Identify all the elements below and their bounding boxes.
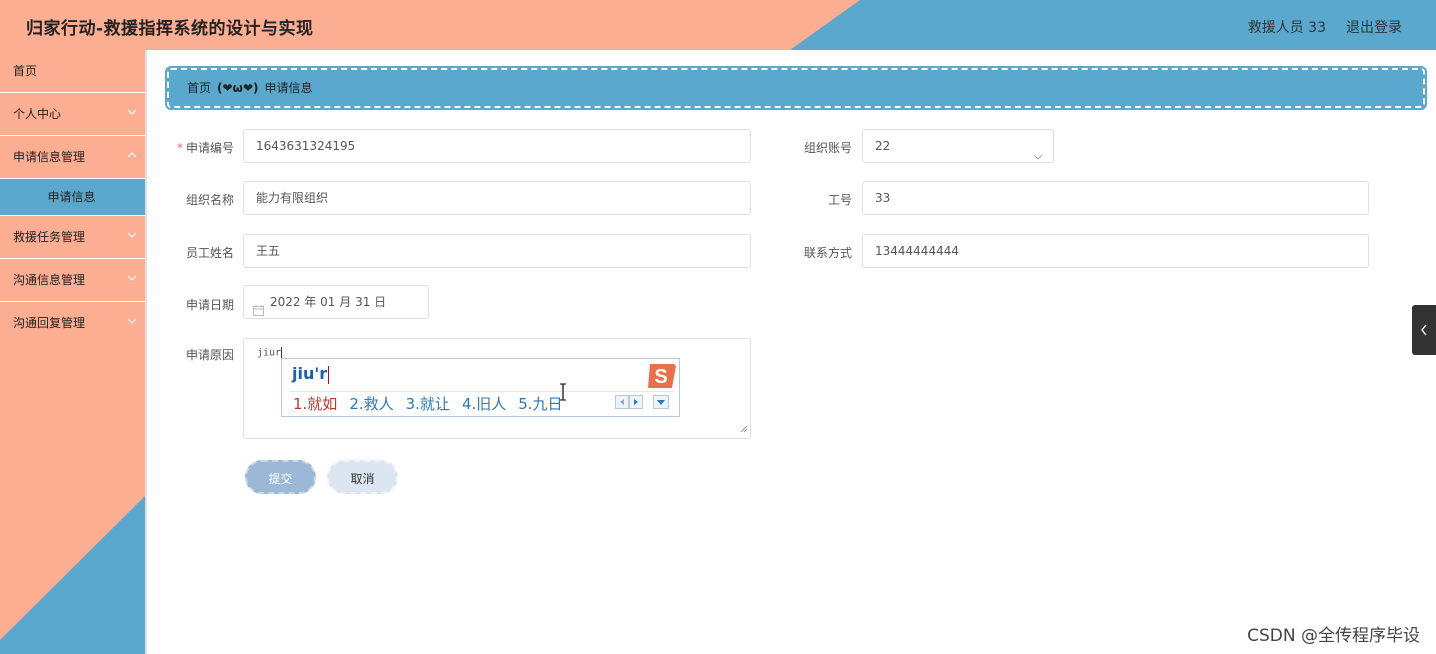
job-no-value: 33 <box>875 191 891 205</box>
required-mark: * <box>176 141 183 155</box>
contact-field[interactable]: 13444444444 <box>862 234 1369 268</box>
ime-candidate[interactable]: 3.就让 <box>406 395 450 413</box>
watermark: CSDN @全传程序毕设 <box>1247 626 1420 646</box>
chevron-down-icon <box>127 216 137 259</box>
sidebar-item-label: 救援任务管理 <box>13 230 86 244</box>
sidebar-item-personal-center[interactable]: 个人中心 <box>0 93 145 136</box>
app-no-value: 1643631324195 <box>256 139 356 153</box>
app-no-label: * 申请编号 <box>176 141 234 155</box>
sidebar-item-label: 沟通回复管理 <box>13 316 86 330</box>
current-user: 救援人员 33 <box>1247 20 1326 36</box>
org-account-value: 22 <box>875 139 891 153</box>
sidebar-item-label: 申请信息管理 <box>13 150 86 164</box>
chevron-down-icon <box>1033 141 1043 173</box>
sidebar-subitem-application-info[interactable]: 申请信息 <box>0 179 145 216</box>
resize-handle-icon[interactable] <box>740 425 748 436</box>
contact-value: 13444444444 <box>875 244 959 258</box>
sidebar-item-label: 首页 <box>13 64 38 78</box>
chevron-down-icon <box>127 259 137 302</box>
org-name-field[interactable]: 能力有限组织 <box>243 181 751 215</box>
sidebar-item-application-management[interactable]: 申请信息管理 <box>0 136 145 179</box>
svg-text:S: S <box>654 366 667 388</box>
sidebar-item-reply-management[interactable]: 沟通回复管理 <box>0 302 145 345</box>
sidebar-item-communication-management[interactable]: 沟通信息管理 <box>0 259 145 302</box>
ime-page-controls <box>615 394 671 413</box>
ime-candidate[interactable]: 4.旧人 <box>462 395 506 413</box>
date-picker[interactable]: 2022 年 01 月 31 日 <box>243 285 429 319</box>
app-no-field[interactable]: 1643631324195 <box>243 129 751 163</box>
ime-candidate[interactable]: 2.救人 <box>349 395 393 413</box>
sidebar-item-label: 沟通信息管理 <box>13 273 86 287</box>
chevron-up-icon <box>127 136 137 179</box>
sidebar-item-home[interactable]: 首页 <box>0 50 145 93</box>
emp-name-value: 王五 <box>256 244 281 258</box>
org-account-select[interactable]: 22 <box>862 129 1054 163</box>
ime-candidate-window: jiu'r S 1.就如 2.救人 3.就让 4.旧人 5.九日 <box>281 358 680 417</box>
org-account-label: 组织账号 <box>803 141 852 155</box>
submit-button[interactable]: 提交 <box>245 460 316 494</box>
org-name-value: 能力有限组织 <box>256 191 329 205</box>
sidebar-item-rescue-task-management[interactable]: 救援任务管理 <box>0 216 145 259</box>
text-caret <box>281 347 283 358</box>
date-value: 2022 年 01 月 31 日 <box>270 295 387 309</box>
job-no-label: 工号 <box>827 193 852 207</box>
logout-link[interactable]: 退出登录 <box>1346 17 1402 37</box>
emp-name-label: 员工姓名 <box>185 246 234 260</box>
breadcrumb: 首页 (❤ω❤) 申请信息 <box>165 66 1427 110</box>
breadcrumb-separator: (❤ω❤) <box>217 81 259 95</box>
reason-label: 申请原因 <box>185 348 234 362</box>
emp-name-field[interactable]: 王五 <box>243 234 751 268</box>
chevron-left-icon <box>1421 324 1427 336</box>
ime-candidate[interactable]: 1.就如 <box>293 395 337 413</box>
reason-value: jiur <box>257 347 282 359</box>
sogou-logo-icon: S <box>644 360 678 395</box>
sidebar: 首页 个人中心 申请信息管理 申请信息 救援任务管理 沟通信息管理 沟通回复管理 <box>0 50 145 654</box>
breadcrumb-home[interactable]: 首页 <box>187 81 211 95</box>
cancel-button[interactable]: 取消 <box>327 460 398 494</box>
text-cursor-icon <box>558 383 568 404</box>
chevron-down-icon <box>127 302 137 345</box>
sidebar-item-label: 个人中心 <box>13 107 62 121</box>
contact-label: 联系方式 <box>803 246 852 260</box>
ime-composition: jiu'r <box>292 364 330 384</box>
calendar-icon <box>253 296 264 328</box>
chevron-down-icon <box>127 93 137 136</box>
job-no-field[interactable]: 33 <box>862 181 1369 215</box>
ime-candidates: 1.就如 2.救人 3.就让 4.旧人 5.九日 <box>293 393 575 414</box>
app-title: 归家行动-救援指挥系统的设计与实现 <box>26 19 314 39</box>
breadcrumb-current: 申请信息 <box>264 81 313 95</box>
top-header: 归家行动-救援指挥系统的设计与实现 救援人员 33 退出登录 <box>0 0 1436 50</box>
org-name-label: 组织名称 <box>185 193 234 207</box>
date-label: 申请日期 <box>185 298 234 312</box>
side-collapse-tab[interactable] <box>1412 305 1436 355</box>
sidebar-subitem-label: 申请信息 <box>47 190 96 204</box>
ime-candidate[interactable]: 5.九日 <box>518 395 562 413</box>
